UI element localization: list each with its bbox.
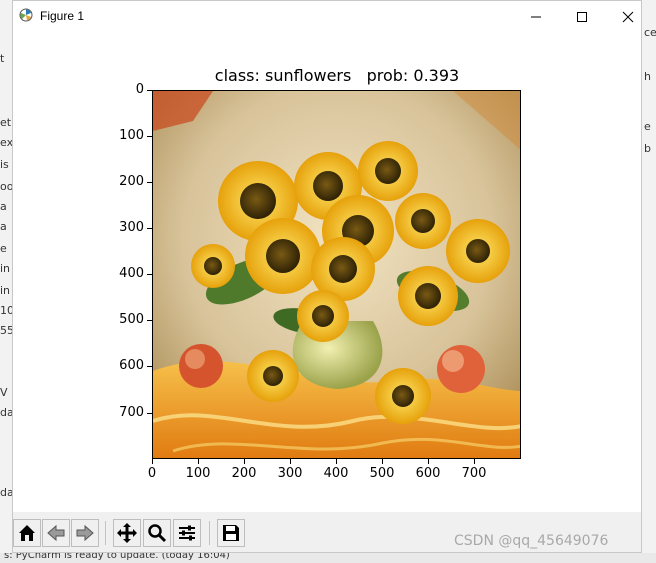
toolbar-separator (105, 521, 106, 545)
maximize-button[interactable] (559, 1, 605, 32)
bg-fragment: et (0, 116, 12, 129)
save-button[interactable] (217, 519, 245, 547)
x-tick-mark (474, 459, 475, 464)
figure-window: Figure 1 class: sunflowers prob: 0.393 0… (12, 0, 642, 553)
x-tick-mark (428, 459, 429, 464)
x-tick-label: 100 (185, 466, 211, 481)
bg-fragment: b (644, 142, 651, 155)
bg-fragment: a (0, 220, 7, 233)
sunflowers-painting-image (153, 91, 520, 458)
bg-fragment: e (644, 120, 651, 133)
x-tick-mark (198, 459, 199, 464)
bg-fragment: e (0, 242, 7, 255)
y-tick-mark (147, 90, 152, 91)
y-tick-mark (147, 182, 152, 183)
y-tick-label: 100 (119, 128, 144, 143)
sliders-icon (179, 525, 195, 541)
figure-canvas[interactable]: class: sunflowers prob: 0.393 0 100 200 … (13, 32, 641, 512)
x-tick-label: 300 (277, 466, 303, 481)
x-tick-label: 0 (147, 466, 157, 481)
x-tick-label: 400 (323, 466, 349, 481)
title-bar[interactable]: Figure 1 (13, 1, 641, 32)
floppy-disk-icon (223, 525, 239, 541)
y-tick-mark (147, 413, 152, 414)
minimize-button[interactable] (513, 1, 559, 32)
ide-status-bar: s: PyCharm is ready to update. (today 16… (0, 553, 656, 563)
y-tick-label: 200 (119, 174, 144, 189)
bg-fragment: in (0, 262, 11, 275)
close-icon (622, 11, 634, 22)
zoom-button[interactable] (143, 519, 171, 547)
y-tick-mark (147, 366, 152, 367)
y-tick-label: 600 (119, 358, 144, 373)
y-tick-label: 0 (135, 82, 144, 97)
bg-fragment: a (0, 200, 7, 213)
minimize-icon (531, 16, 541, 17)
x-tick-label: 500 (369, 466, 395, 481)
status-text: s: PyCharm is ready to update. (today 16… (4, 553, 230, 561)
pan-button[interactable] (113, 519, 141, 547)
maximize-icon (577, 11, 587, 22)
window-title: Figure 1 (40, 9, 85, 23)
magnifier-icon (148, 524, 167, 543)
move-icon (117, 523, 137, 543)
x-tick-mark (152, 459, 153, 464)
x-tick-label: 600 (415, 466, 441, 481)
y-tick-mark (147, 320, 152, 321)
configure-subplots-button[interactable] (173, 519, 201, 547)
x-tick-mark (290, 459, 291, 464)
back-button[interactable] (42, 519, 70, 547)
matplotlib-app-icon (19, 8, 33, 22)
bg-fragment: h (644, 70, 651, 83)
bg-fragment: in (0, 284, 11, 297)
home-icon (19, 525, 35, 541)
forward-button[interactable] (71, 519, 99, 547)
y-tick-mark (147, 274, 152, 275)
y-tick-label: 300 (119, 220, 144, 235)
csdn-watermark: CSDN @qq_45649076 (454, 533, 609, 549)
y-tick-label: 400 (119, 266, 144, 281)
x-tick-mark (244, 459, 245, 464)
home-button[interactable] (13, 519, 41, 547)
y-tick-label: 700 (119, 405, 144, 420)
toolbar-separator (209, 521, 210, 545)
arrow-right-icon (76, 524, 94, 542)
x-tick-mark (382, 459, 383, 464)
background-ide-right-panel: ce h e b (641, 0, 656, 563)
bg-fragment: V (0, 386, 8, 399)
y-tick-mark (147, 228, 152, 229)
bg-fragment: t (0, 52, 5, 65)
x-tick-label: 200 (231, 466, 257, 481)
image-axes[interactable] (152, 90, 521, 459)
y-tick-label: 500 (119, 312, 144, 327)
x-tick-mark (336, 459, 337, 464)
bg-fragment: is (0, 158, 9, 171)
plot-title: class: sunflowers prob: 0.393 (214, 66, 460, 85)
close-button[interactable] (605, 1, 641, 32)
y-tick-mark (147, 136, 152, 137)
bg-fragment: ce (644, 26, 656, 39)
arrow-left-icon (47, 524, 65, 542)
x-tick-label: 700 (461, 466, 487, 481)
